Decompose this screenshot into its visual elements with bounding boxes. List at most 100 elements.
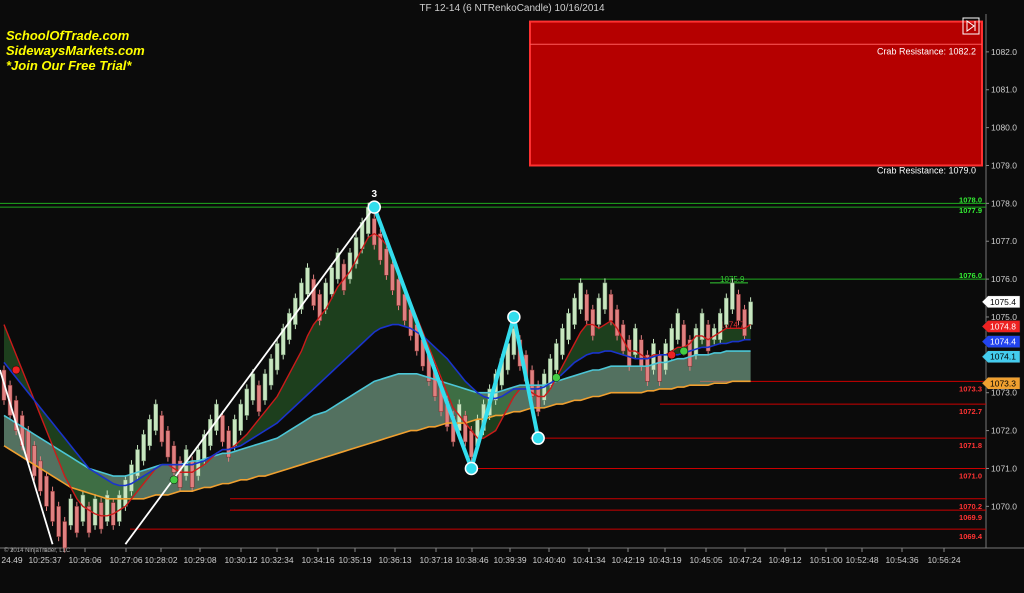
red-level-label: 1071.8 (959, 441, 982, 450)
red-level-label: 1069.4 (959, 532, 983, 541)
red-level-label: 1070.2 (959, 502, 982, 511)
time-tick-label: 10:47:24 (728, 555, 761, 565)
signal-dot (169, 475, 179, 485)
candle-body (584, 294, 589, 322)
time-tick-label: 10:43:19 (648, 555, 681, 565)
candle-body (44, 475, 49, 507)
brand-line-2[interactable]: SidewaysMarkets.com (6, 43, 145, 58)
candle-body (396, 278, 401, 306)
green-level-label: 1077.9 (959, 206, 982, 215)
pattern-pivot-point (507, 310, 521, 324)
resistance-zone-box (529, 20, 983, 167)
candle-body (602, 282, 608, 310)
red-level-label: 1071.0 (959, 471, 982, 480)
candle-body (147, 418, 152, 446)
resistance-zone-layer: Crab Resistance: 1082.2 Crab Resistance: … (529, 20, 983, 175)
candle-body (730, 282, 735, 310)
red-level-label: 1072.7 (959, 407, 982, 416)
price-tick-label: 1071.0 (991, 463, 1017, 473)
candle-body (153, 403, 158, 431)
candle-body (608, 294, 614, 322)
brand-line-1[interactable]: SchoolOfTrade.com (6, 28, 130, 43)
candle-body (214, 403, 219, 431)
candle-body (74, 506, 80, 534)
signal-dot (667, 350, 676, 360)
candle-body (123, 479, 128, 507)
time-tick-label: 10:29:08 (183, 555, 216, 565)
candle-body (159, 415, 165, 443)
candle-body (38, 460, 43, 492)
time-tick-label: 10:54:36 (885, 555, 918, 565)
price-badge-label: 1073.3 (990, 378, 1016, 388)
candle-body (711, 328, 717, 340)
candle-body (32, 445, 37, 477)
candle-body (56, 506, 61, 537)
pattern-label: 3 (371, 189, 377, 200)
signal-dot (552, 373, 561, 382)
candle-body (256, 384, 262, 412)
candle-body (718, 312, 723, 340)
candle-body (244, 388, 250, 416)
candle-body (372, 218, 377, 246)
copyright-text: © 2014 NinjaTrader, LLC (4, 547, 71, 554)
candle-body (742, 309, 747, 337)
candle-body (675, 312, 681, 340)
time-tick-label: 10:45:05 (689, 555, 722, 565)
price-tick-label: 1078.0 (991, 198, 1017, 208)
candle-body (626, 339, 632, 367)
time-tick-label: 10:36:13 (378, 555, 411, 565)
candle-body (384, 248, 389, 276)
time-tick-label: 24.49 (1, 555, 23, 565)
candle-body (238, 403, 243, 431)
candle-body (50, 490, 55, 522)
time-tick-label: 10:28:02 (144, 555, 177, 565)
price-tick-label: 1082.0 (991, 47, 1017, 57)
brand-line-3[interactable]: *Join Our Free Trial* (6, 58, 132, 73)
candle-body (548, 358, 553, 386)
time-tick-label: 10:49:12 (768, 555, 801, 565)
time-tick-label: 10:27:06 (109, 555, 142, 565)
price-tick-label: 1080.0 (991, 123, 1017, 133)
candle-body (578, 282, 583, 310)
candle-body (469, 430, 474, 458)
price-tick-label: 1079.0 (991, 160, 1017, 170)
candle-body (748, 301, 753, 325)
red-level-label: 1069.9 (959, 513, 982, 522)
price-tick-label: 1076.0 (991, 274, 1017, 284)
candle-body (463, 415, 468, 443)
price-tick-label: 1081.0 (991, 85, 1017, 95)
resistance-zone-label: Crab Resistance: 1082.2 (877, 46, 976, 56)
candle-body (287, 312, 292, 340)
green-level-label: 1076.0 (959, 271, 982, 280)
price-badge-label: 1075.4 (990, 297, 1016, 307)
price-badge-label: 1074.1 (990, 352, 1016, 362)
candle-body (663, 343, 668, 371)
candle-body (657, 354, 662, 382)
candle-body (590, 309, 596, 337)
green-level-label: 1078.0 (959, 195, 982, 204)
candle-body (129, 464, 134, 492)
time-tick-label: 10:32:34 (260, 555, 293, 565)
candle-body (724, 297, 729, 325)
candle-body (262, 373, 268, 401)
candle-body (62, 521, 67, 549)
time-tick-label: 10:51:00 (809, 555, 842, 565)
time-tick-label: 10:34:16 (301, 555, 334, 565)
candle-body (165, 430, 171, 458)
time-tick-label: 10:52:48 (845, 555, 878, 565)
candle-body (250, 373, 256, 401)
candle-body (736, 294, 741, 322)
time-tick-label: 10:35:19 (338, 555, 371, 565)
candle-body (693, 328, 699, 356)
candle-body (329, 267, 335, 295)
candle-body (596, 297, 602, 325)
resistance-zone-label: Crab Resistance: 1079.0 (877, 165, 976, 175)
candle-body (274, 343, 280, 371)
price-chart[interactable]: TF 12-14 (6 NTRenkoCandle) 10/16/2014 Cr… (0, 0, 1024, 588)
time-tick-label: 10:39:39 (493, 555, 526, 565)
candle-body (68, 498, 74, 526)
signal-dot (679, 346, 689, 356)
signal-dot (11, 365, 21, 375)
time-tick-label: 10:30:12 (224, 555, 257, 565)
candle-body (347, 252, 353, 280)
